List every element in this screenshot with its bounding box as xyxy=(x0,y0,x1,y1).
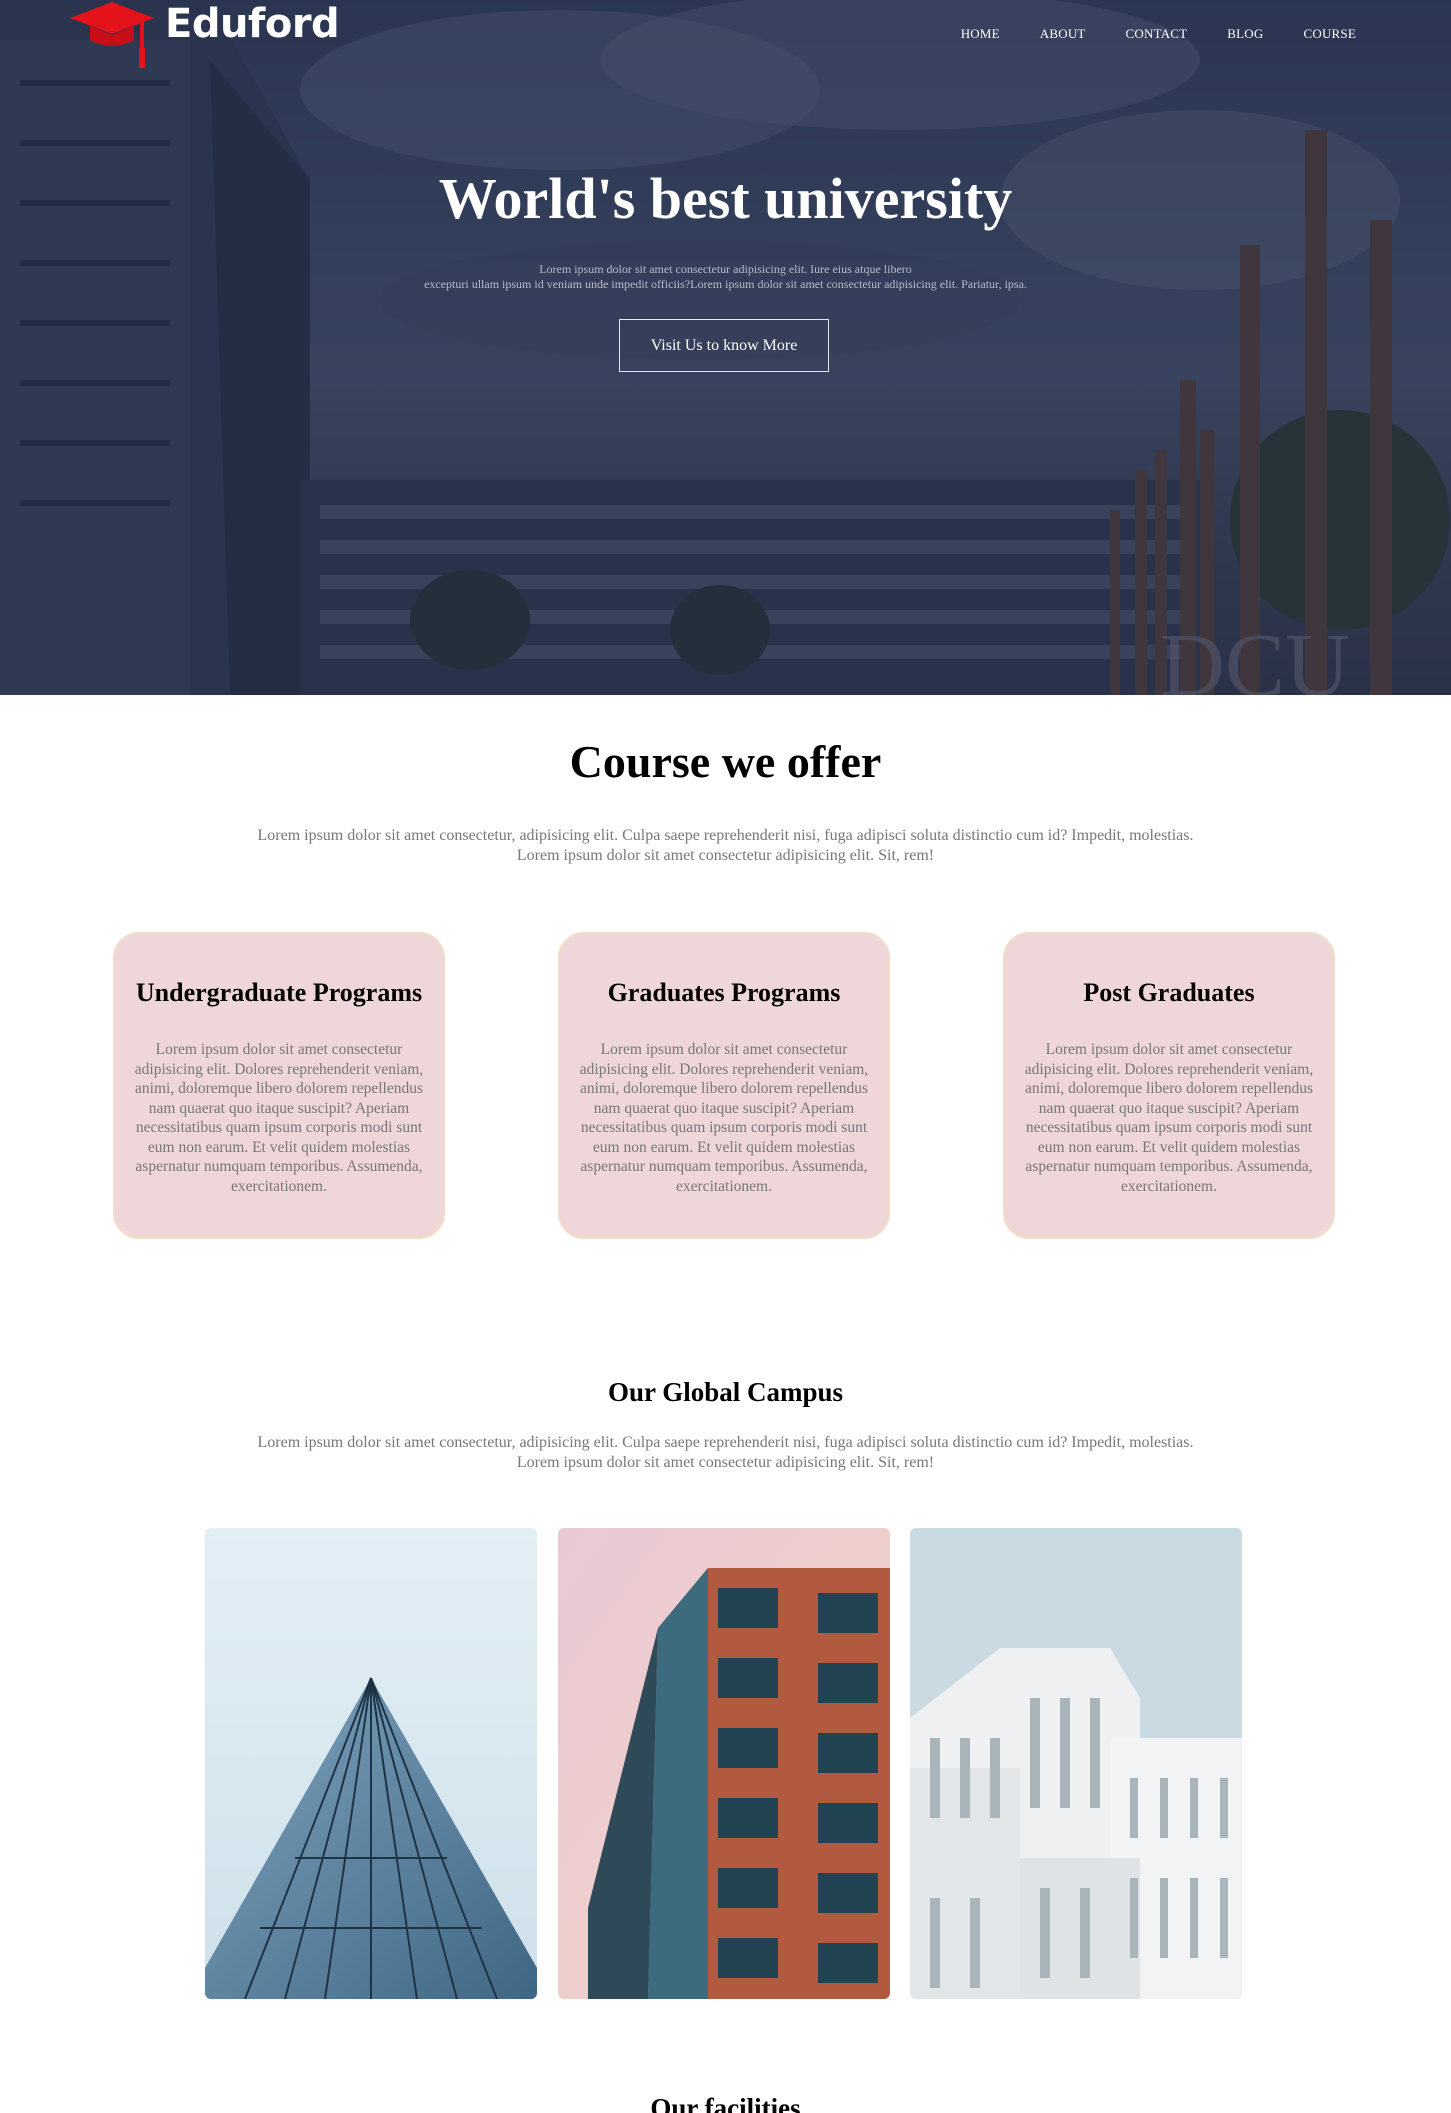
course-card-title: Graduates Programs xyxy=(607,978,841,1007)
hero-subtitle-line: excepturi ullam ipsum id veniam unde imp… xyxy=(424,277,1027,291)
campus-intro-line: Lorem ipsum dolor sit amet consectetur, … xyxy=(257,1434,1194,1451)
course-card-text: Lorem ipsum dolor sit amet consectetur a… xyxy=(134,1041,424,1195)
hero-subtitle-line: Lorem ipsum dolor sit amet consectetur a… xyxy=(539,262,912,276)
main-nav: HOME ABOUT CONTACT BLOG COURSE xyxy=(961,26,1356,42)
courses-intro-line: Lorem ipsum dolor sit amet consectetur, … xyxy=(257,827,1194,844)
course-card-text: Lorem ipsum dolor sit amet consectetur a… xyxy=(1024,1041,1314,1195)
course-card-undergraduate[interactable]: Undergraduate Programs Lorem ipsum dolor… xyxy=(113,932,445,1239)
nav-blog[interactable]: BLOG xyxy=(1227,26,1263,42)
hero-section: DCU Eduford HOME ABOUT CONTACT BLOG COUR… xyxy=(0,0,1451,695)
hero-subtitle: Lorem ipsum dolor sit amet consectetur a… xyxy=(0,262,1451,292)
nav-contact[interactable]: CONTACT xyxy=(1126,26,1188,42)
course-card-post-graduates[interactable]: Post Graduates Lorem ipsum dolor sit ame… xyxy=(1003,932,1335,1239)
nav-home[interactable]: HOME xyxy=(961,26,1000,42)
course-card-title: Undergraduate Programs xyxy=(135,978,423,1007)
campus-intro-line: Lorem ipsum dolor sit amet consectetur a… xyxy=(516,1454,935,1471)
campus-image-white-building[interactable] xyxy=(910,1528,1242,1999)
nav-course[interactable]: COURSE xyxy=(1304,26,1357,42)
brand-name: Eduford xyxy=(165,1,340,47)
visit-us-button[interactable]: Visit Us to know More xyxy=(619,319,829,372)
courses-intro-line: Lorem ipsum dolor sit amet consectetur a… xyxy=(516,847,935,864)
graduation-cap-icon xyxy=(70,0,155,70)
courses-title: Course we offer xyxy=(569,736,882,787)
courses-intro: Lorem ipsum dolor sit amet consectetur, … xyxy=(0,826,1451,866)
nav-about[interactable]: ABOUT xyxy=(1040,26,1086,42)
course-card-graduates[interactable]: Graduates Programs Lorem ipsum dolor sit… xyxy=(558,932,890,1239)
hero-title: World's best university xyxy=(438,166,1013,231)
course-card-title: Post Graduates xyxy=(1083,978,1255,1007)
campus-intro: Lorem ipsum dolor sit amet consectetur, … xyxy=(0,1433,1451,1473)
course-card-text: Lorem ipsum dolor sit amet consectetur a… xyxy=(579,1041,869,1195)
campus-image-office-tower[interactable] xyxy=(558,1528,890,1999)
brand-logo[interactable]: Eduford xyxy=(70,0,340,70)
campus-image-glass-pyramid[interactable] xyxy=(205,1528,537,1999)
campus-title: Our Global Campus xyxy=(607,1377,844,1407)
facilities-title: Our facilities xyxy=(650,2093,801,2113)
